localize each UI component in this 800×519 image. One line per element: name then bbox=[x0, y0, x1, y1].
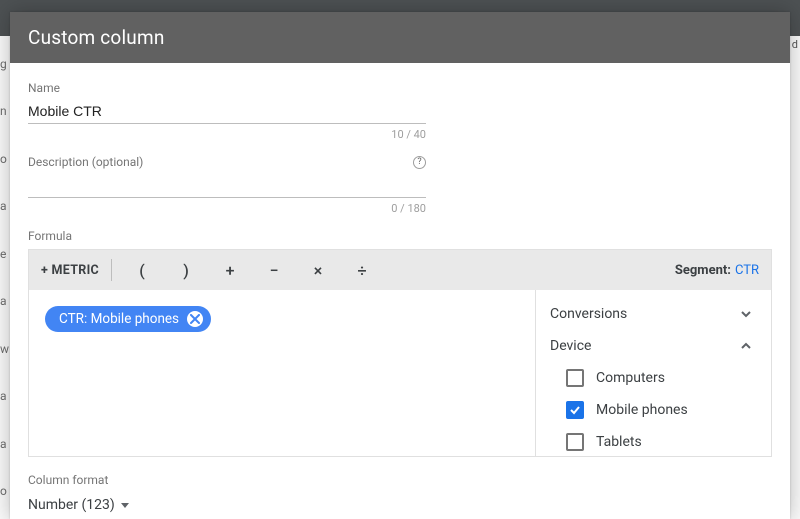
chip-remove-button[interactable] bbox=[187, 311, 203, 327]
formula-canvas[interactable]: CTR: Mobile phones bbox=[29, 290, 535, 456]
background-left-strip: gnoaeawaao bbox=[0, 36, 10, 519]
option-label: Tablets bbox=[596, 434, 642, 450]
segment-label: Segment: bbox=[675, 263, 731, 278]
segment-value-link[interactable]: CTR bbox=[735, 263, 759, 278]
name-counter: 10 / 40 bbox=[28, 128, 426, 141]
segment-group-label: Device bbox=[550, 338, 591, 354]
caret-down-icon bbox=[121, 503, 129, 508]
op-lparen-button[interactable]: ( bbox=[120, 261, 164, 280]
help-icon[interactable]: ? bbox=[413, 156, 426, 169]
op-divide-button[interactable]: ÷ bbox=[340, 261, 384, 280]
custom-column-modal: Custom column Name 10 / 40 Description (… bbox=[10, 12, 790, 519]
name-input[interactable] bbox=[28, 101, 426, 124]
op-times-button[interactable]: × bbox=[296, 261, 340, 280]
description-label: Description (optional) ? bbox=[28, 155, 426, 169]
description-label-text: Description (optional) bbox=[28, 155, 143, 169]
formula-label: Formula bbox=[28, 229, 772, 243]
option-mobile-phones[interactable]: Mobile phones bbox=[566, 394, 759, 426]
column-format-field: Column format Number (123) bbox=[28, 473, 772, 517]
formula-field: Formula + METRIC ( ) + − × ÷ Segment: CT… bbox=[28, 229, 772, 457]
formula-box: + METRIC ( ) + − × ÷ Segment: CTR CTR: M… bbox=[28, 249, 772, 457]
segment-group-label: Conversions bbox=[550, 306, 627, 322]
chip-label: CTR: Mobile phones bbox=[59, 311, 179, 327]
column-format-label: Column format bbox=[28, 473, 772, 487]
description-counter: 0 / 180 bbox=[28, 202, 426, 215]
name-field: Name 10 / 40 bbox=[28, 81, 426, 141]
background-right-initial: d bbox=[792, 38, 798, 51]
name-label: Name bbox=[28, 81, 426, 95]
description-field: Description (optional) ? 0 / 180 bbox=[28, 155, 426, 215]
background-right-strip: d bbox=[790, 36, 800, 519]
modal-body: Name 10 / 40 Description (optional) ? 0 … bbox=[10, 63, 790, 519]
checkbox-icon bbox=[566, 369, 584, 387]
close-icon bbox=[190, 314, 200, 324]
add-metric-button[interactable]: + METRIC bbox=[41, 263, 107, 278]
checkbox-icon bbox=[566, 433, 584, 451]
description-input[interactable] bbox=[28, 175, 426, 198]
chevron-up-icon bbox=[739, 339, 757, 353]
option-computers[interactable]: Computers bbox=[566, 362, 759, 394]
column-format-value: Number (123) bbox=[28, 497, 115, 513]
checkbox-checked-icon bbox=[566, 401, 584, 419]
option-tablets[interactable]: Tablets bbox=[566, 426, 759, 456]
modal-title: Custom column bbox=[10, 12, 790, 63]
option-label: Mobile phones bbox=[596, 402, 688, 418]
option-label: Computers bbox=[596, 370, 665, 386]
segment-panel: Conversions Device bbox=[535, 290, 771, 456]
device-options: Computers Mobile phones Tablets bbox=[548, 362, 759, 456]
column-format-select[interactable]: Number (123) bbox=[28, 493, 129, 517]
op-rparen-button[interactable]: ) bbox=[164, 261, 208, 280]
toolbar-divider bbox=[111, 259, 112, 281]
op-minus-button[interactable]: − bbox=[252, 261, 296, 280]
segment-group-conversions[interactable]: Conversions bbox=[548, 298, 759, 330]
op-plus-button[interactable]: + bbox=[208, 261, 252, 280]
metric-chip-ctr-mobile[interactable]: CTR: Mobile phones bbox=[45, 306, 211, 332]
formula-toolbar: + METRIC ( ) + − × ÷ Segment: CTR bbox=[29, 250, 771, 290]
formula-body: CTR: Mobile phones Conversions bbox=[29, 290, 771, 456]
chevron-down-icon bbox=[739, 307, 757, 321]
segment-group-device[interactable]: Device bbox=[548, 330, 759, 362]
